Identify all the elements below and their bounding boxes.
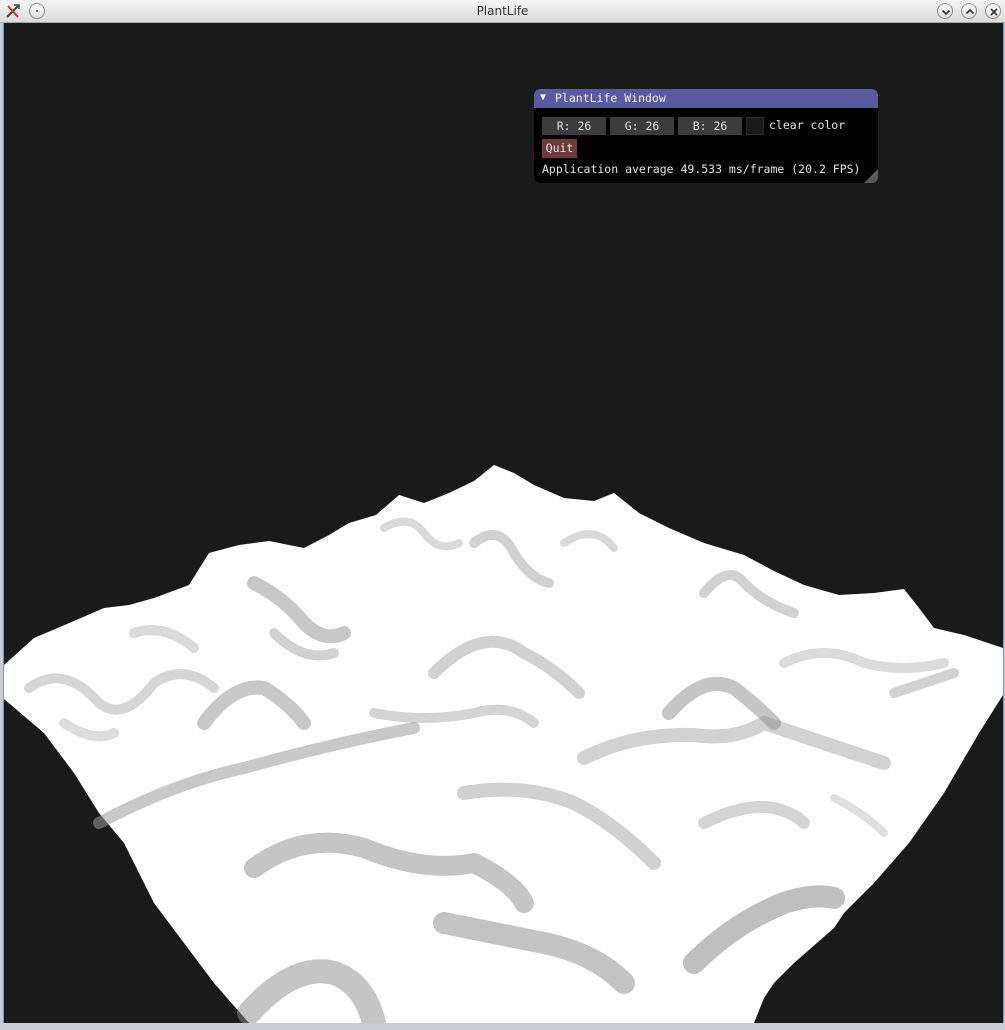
window-title: PlantLife [476,4,529,18]
quit-button[interactable]: Quit [542,139,577,158]
resize-grip-icon[interactable] [864,169,878,183]
clear-color-swatch[interactable] [746,117,764,135]
collapse-triangle-icon[interactable]: ▼ [540,92,546,103]
maximize-icon[interactable] [961,3,977,19]
close-icon[interactable] [985,3,1001,19]
imgui-window-title: PlantLife Window [555,91,666,105]
blue-value-field[interactable]: B: 26 [678,117,742,135]
fps-readout: Application average 49.533 ms/frame (20.… [542,162,861,176]
imgui-title-bar[interactable]: ▼ PlantLife Window [534,89,878,108]
minimize-icon[interactable] [937,3,953,19]
gl-viewport[interactable]: ▼ PlantLife Window R: 26 G: 26 B: 26 cle… [3,23,1004,1023]
red-value-field[interactable]: R: 26 [542,117,606,135]
clear-color-label: clear color [769,118,846,132]
window-title-bar[interactable]: PlantLife [0,0,1005,23]
plantlife-imgui-window[interactable]: ▼ PlantLife Window R: 26 G: 26 B: 26 cle… [534,89,878,183]
green-value-field[interactable]: G: 26 [610,117,674,135]
